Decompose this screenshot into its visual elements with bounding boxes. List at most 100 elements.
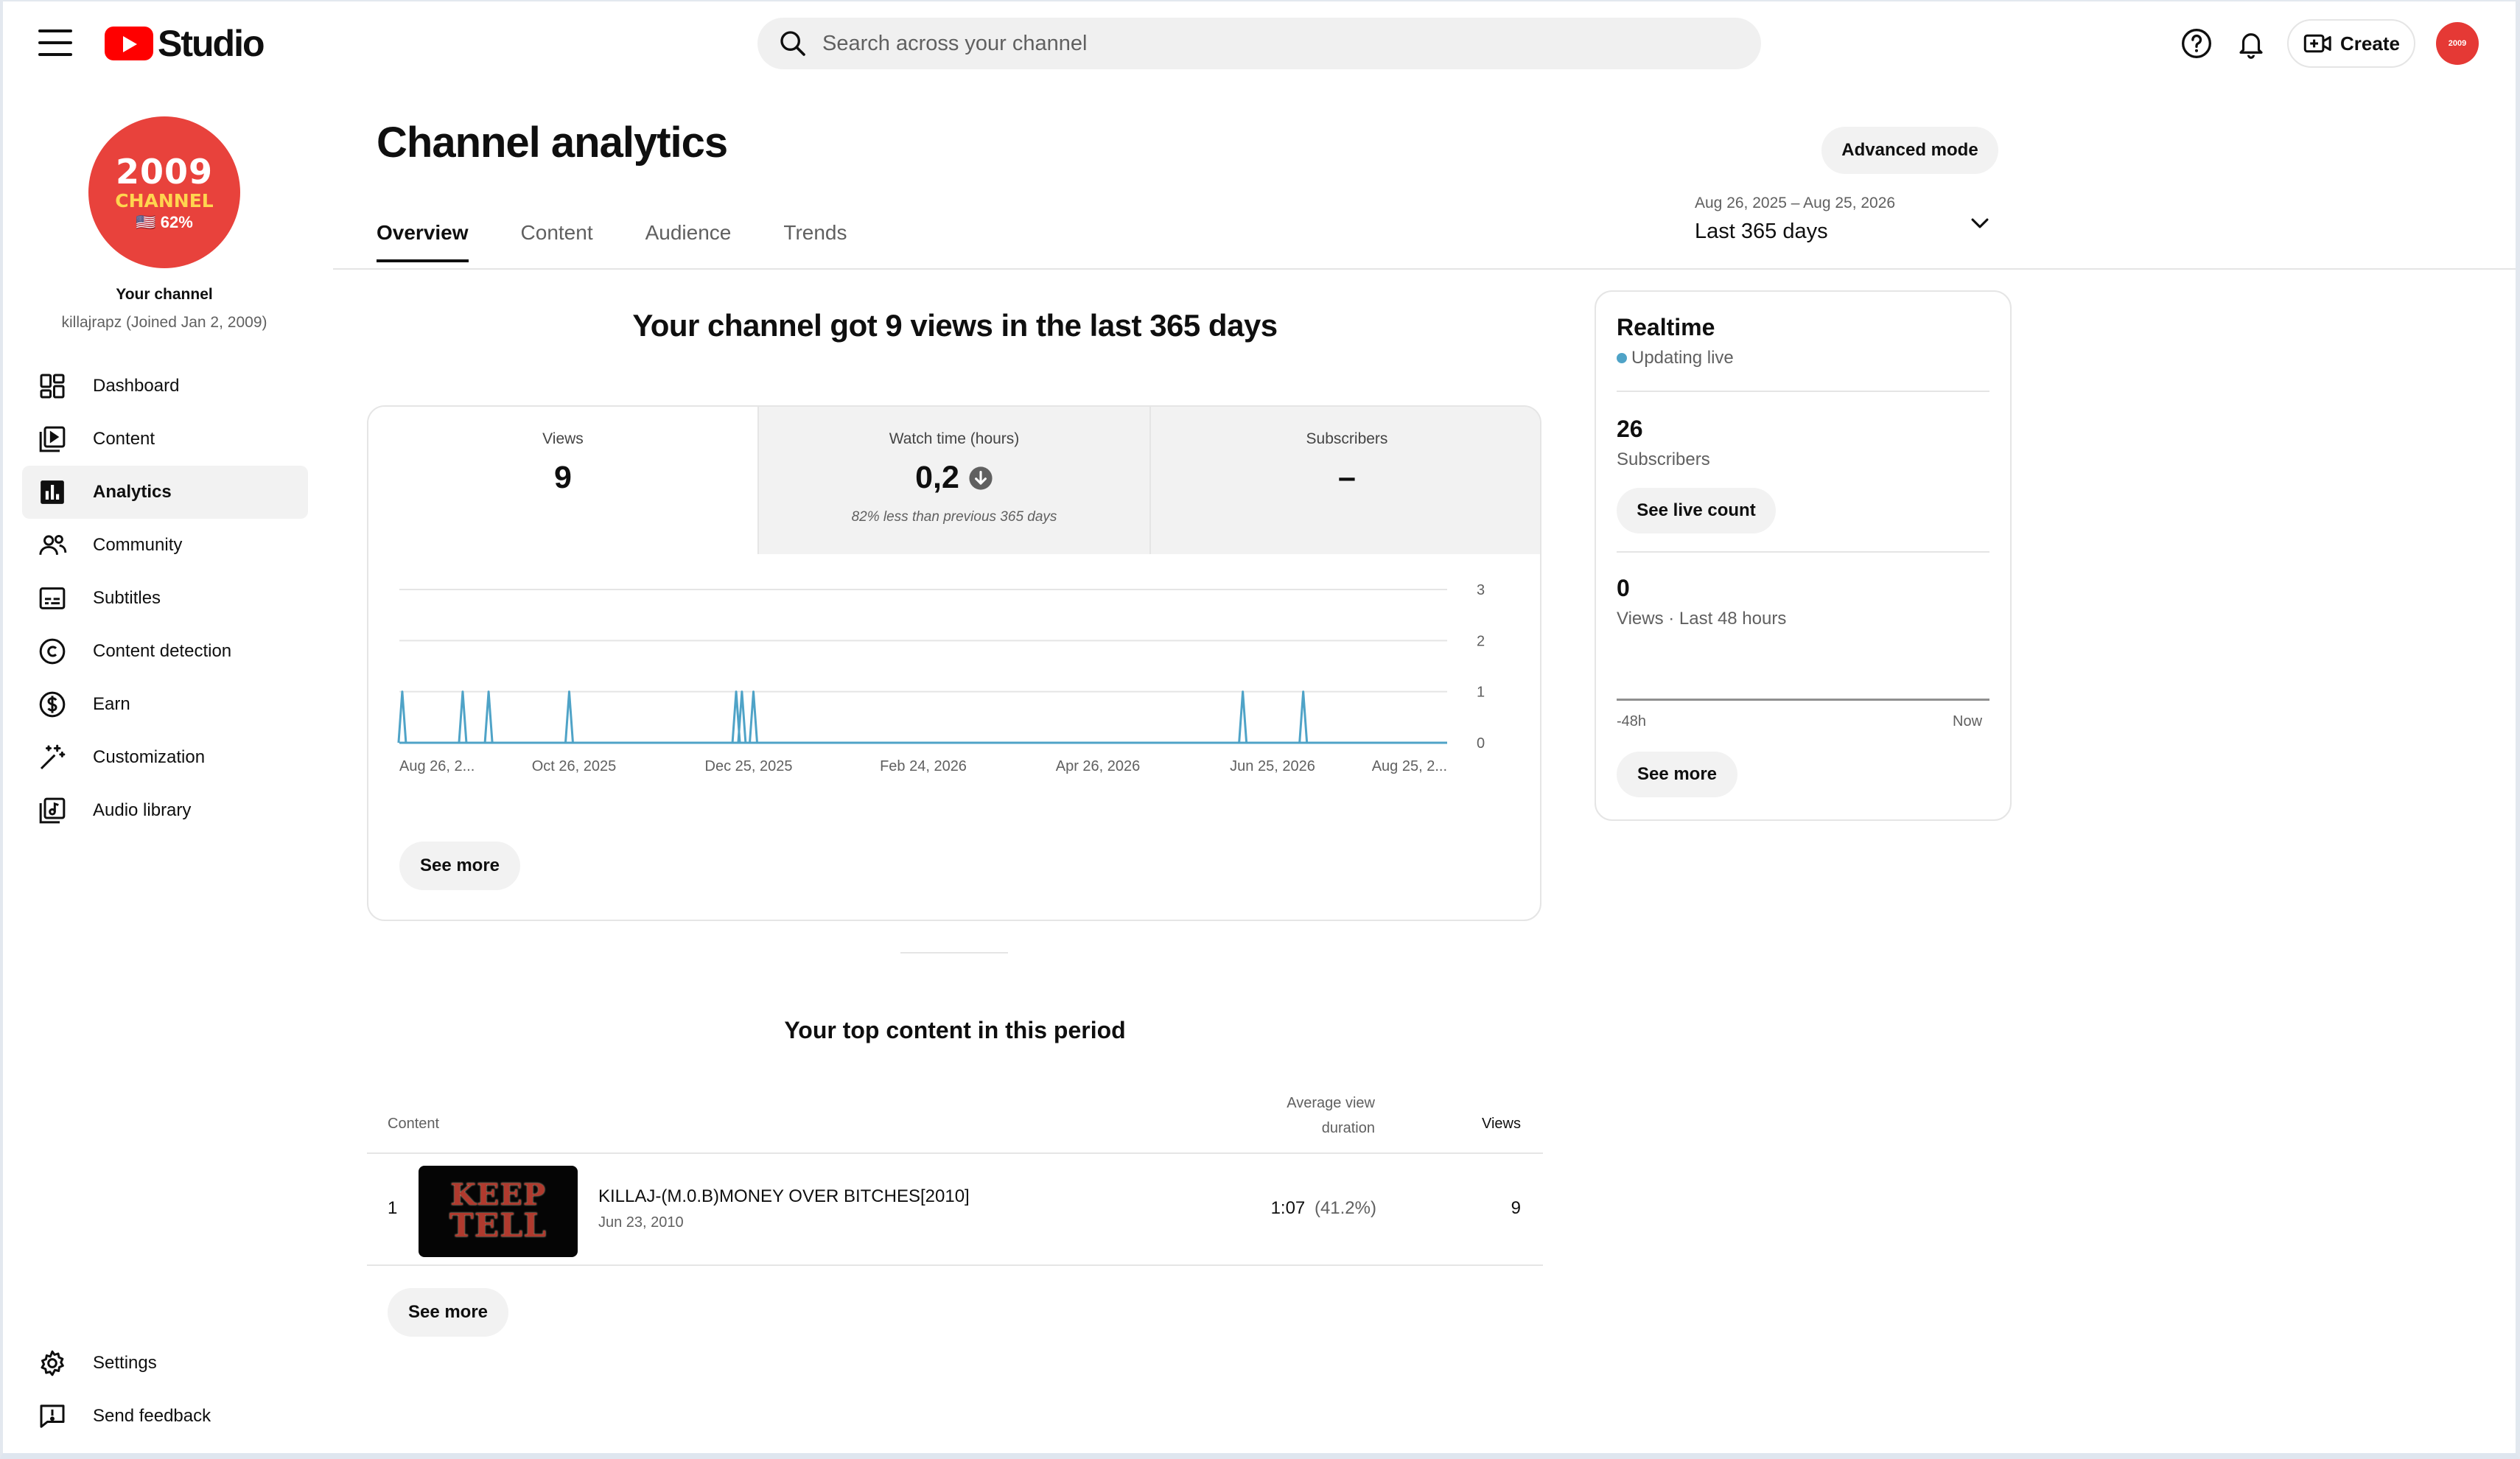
channel-handle: killajrapz (Joined Jan 2, 2009) bbox=[61, 314, 267, 331]
tab-content[interactable]: Content bbox=[521, 221, 593, 262]
x-tick-label: Aug 25, 2... bbox=[1372, 758, 1447, 774]
tab-audience[interactable]: Audience bbox=[645, 221, 732, 262]
realtime-views-value: 0 bbox=[1617, 575, 1630, 601]
menu-icon[interactable] bbox=[38, 29, 72, 56]
account-avatar-text: 2009 bbox=[2448, 38, 2467, 48]
channel-avatar-pct: 🇺🇸 62% bbox=[136, 212, 193, 231]
metric-views[interactable]: Views 9 bbox=[368, 407, 757, 554]
channel-avatar-word: CHANNEL bbox=[115, 189, 214, 211]
advanced-mode-button[interactable]: Advanced mode bbox=[1821, 127, 1998, 174]
realtime-see-more-button[interactable]: See more bbox=[1617, 752, 1737, 797]
live-dot-icon bbox=[1617, 353, 1627, 363]
sidebar-item-dashboard[interactable]: Dashboard bbox=[22, 360, 308, 413]
sidebar-item-send-feedback[interactable]: Send feedback bbox=[22, 1390, 308, 1443]
realtime-title: Realtime bbox=[1617, 314, 1715, 340]
column-header-avg-duration[interactable]: Average view duration bbox=[1208, 1091, 1375, 1141]
sidebar-item-content-detection[interactable]: Content detection bbox=[22, 625, 308, 678]
sidebar-item-label: Send feedback bbox=[93, 1406, 211, 1426]
sidebar-item-label: Audio library bbox=[93, 800, 192, 820]
channel-avatar-year: 2009 bbox=[115, 151, 214, 192]
realtime-chart-baseline bbox=[1617, 699, 1989, 701]
analytics-tabs: Overview Content Audience Trends bbox=[377, 221, 899, 262]
sidebar-item-label: Earn bbox=[93, 694, 130, 714]
sidebar-item-analytics[interactable]: Analytics bbox=[22, 466, 308, 519]
y-tick-label: 0 bbox=[1477, 735, 1485, 752]
account-avatar[interactable]: 2009 bbox=[2436, 22, 2479, 65]
column-header-avg-line1: Average view bbox=[1287, 1095, 1375, 1111]
date-range-selector[interactable]: Aug 26, 2025 – Aug 25, 2026 Last 365 day… bbox=[1695, 195, 1997, 253]
page-title: Channel analytics bbox=[377, 119, 728, 167]
sidebar-item-label: Settings bbox=[93, 1353, 157, 1373]
metric-label: Subscribers bbox=[1306, 430, 1388, 447]
y-tick-label: 1 bbox=[1477, 685, 1485, 701]
chevron-down-icon bbox=[1971, 218, 1989, 228]
metric-label: Watch time (hours) bbox=[889, 430, 1020, 447]
tab-trends[interactable]: Trends bbox=[783, 221, 847, 262]
youtube-play-icon bbox=[105, 27, 153, 60]
analytics-icon bbox=[37, 477, 68, 508]
sidebar-item-earn[interactable]: Earn bbox=[22, 678, 308, 731]
y-tick-label: 2 bbox=[1477, 633, 1485, 649]
avg-view-pct: (41.2%) bbox=[1314, 1198, 1376, 1218]
sidebar-item-label: Community bbox=[93, 535, 183, 555]
series-spike bbox=[564, 690, 574, 744]
sidebar-item-content[interactable]: Content bbox=[22, 413, 308, 466]
sidebar-item-community[interactable]: Community bbox=[22, 519, 308, 572]
see-live-count-button[interactable]: See live count bbox=[1617, 488, 1776, 533]
sidebar-item-label: Content detection bbox=[93, 641, 232, 661]
copyright-icon bbox=[37, 636, 68, 667]
notifications-bell-icon[interactable] bbox=[2234, 27, 2268, 60]
series-spike bbox=[483, 690, 494, 744]
sidebar-item-customization[interactable]: Customization bbox=[22, 731, 308, 784]
channel-avatar[interactable]: 2009 CHANNEL 🇺🇸 62% bbox=[88, 116, 240, 268]
divider bbox=[1617, 551, 1989, 553]
realtime-subscribers-label: Subscribers bbox=[1617, 449, 1710, 469]
table-row[interactable]: 1 KEEP TELL KILLAJ-(M.0.B)MONEY OVER BIT… bbox=[367, 1152, 1543, 1266]
divider bbox=[1617, 391, 1989, 392]
top-content-see-more-button[interactable]: See more bbox=[388, 1288, 508, 1337]
metric-subscribers[interactable]: Subscribers – bbox=[1149, 407, 1540, 554]
sidebar-item-settings[interactable]: Settings bbox=[22, 1337, 308, 1390]
gear-icon bbox=[37, 1348, 68, 1379]
sidebar-item-subtitles[interactable]: Subtitles bbox=[22, 572, 308, 625]
studio-logo[interactable]: Studio bbox=[105, 22, 265, 65]
avg-view-duration: 1:07 bbox=[1270, 1198, 1306, 1218]
section-divider bbox=[900, 952, 1008, 954]
x-tick-label: Feb 24, 2026 bbox=[880, 758, 967, 774]
audio-library-icon bbox=[37, 795, 68, 826]
realtime-status: Updating live bbox=[1617, 348, 1734, 368]
chart-see-more-button[interactable]: See more bbox=[399, 842, 520, 890]
sidebar-item-audio-library[interactable]: Audio library bbox=[22, 784, 308, 837]
metric-value: 0,2 bbox=[915, 460, 959, 495]
tab-overview[interactable]: Overview bbox=[377, 221, 469, 262]
video-thumbnail[interactable]: KEEP TELL bbox=[419, 1166, 578, 1257]
arrow-down-circle-icon bbox=[969, 466, 993, 490]
search-input[interactable]: Search across your channel bbox=[757, 18, 1761, 69]
realtime-views-label: Views · Last 48 hours bbox=[1617, 609, 1787, 629]
create-button[interactable]: Create bbox=[2287, 19, 2415, 68]
column-header-avg-line2: duration bbox=[1321, 1120, 1375, 1136]
your-channel-label: Your channel bbox=[116, 286, 213, 303]
date-range-dates: Aug 26, 2025 – Aug 25, 2026 bbox=[1695, 195, 1896, 211]
metric-note: 82% less than previous 365 days bbox=[851, 509, 1057, 525]
sidebar-item-label: Subtitles bbox=[93, 588, 161, 608]
help-icon[interactable] bbox=[2180, 27, 2213, 60]
column-header-views[interactable]: Views bbox=[1444, 1116, 1521, 1133]
top-bar: Studio Search across your channel Create… bbox=[0, 0, 2520, 87]
series-spike bbox=[749, 690, 759, 744]
column-header-content: Content bbox=[388, 1116, 440, 1132]
series-spike bbox=[1238, 690, 1248, 744]
metric-watch-time[interactable]: Watch time (hours) 0,2 82% less than pre… bbox=[757, 407, 1149, 554]
tabs-divider bbox=[333, 268, 2516, 270]
x-tick-label: Jun 25, 2026 bbox=[1230, 758, 1315, 774]
dashboard-icon bbox=[37, 371, 68, 402]
series-spike bbox=[1298, 690, 1309, 744]
video-date: Jun 23, 2010 bbox=[598, 1214, 684, 1231]
series-spike bbox=[737, 690, 747, 744]
create-label: Create bbox=[2340, 32, 2400, 55]
video-title[interactable]: KILLAJ-(M.0.B)MONEY OVER BITCHES[2010] bbox=[598, 1186, 970, 1207]
create-video-icon bbox=[2303, 34, 2331, 53]
row-rank: 1 bbox=[388, 1198, 398, 1218]
thumbnail-text-bottom: TELL bbox=[449, 1207, 547, 1245]
metric-value: 9 bbox=[554, 460, 572, 495]
